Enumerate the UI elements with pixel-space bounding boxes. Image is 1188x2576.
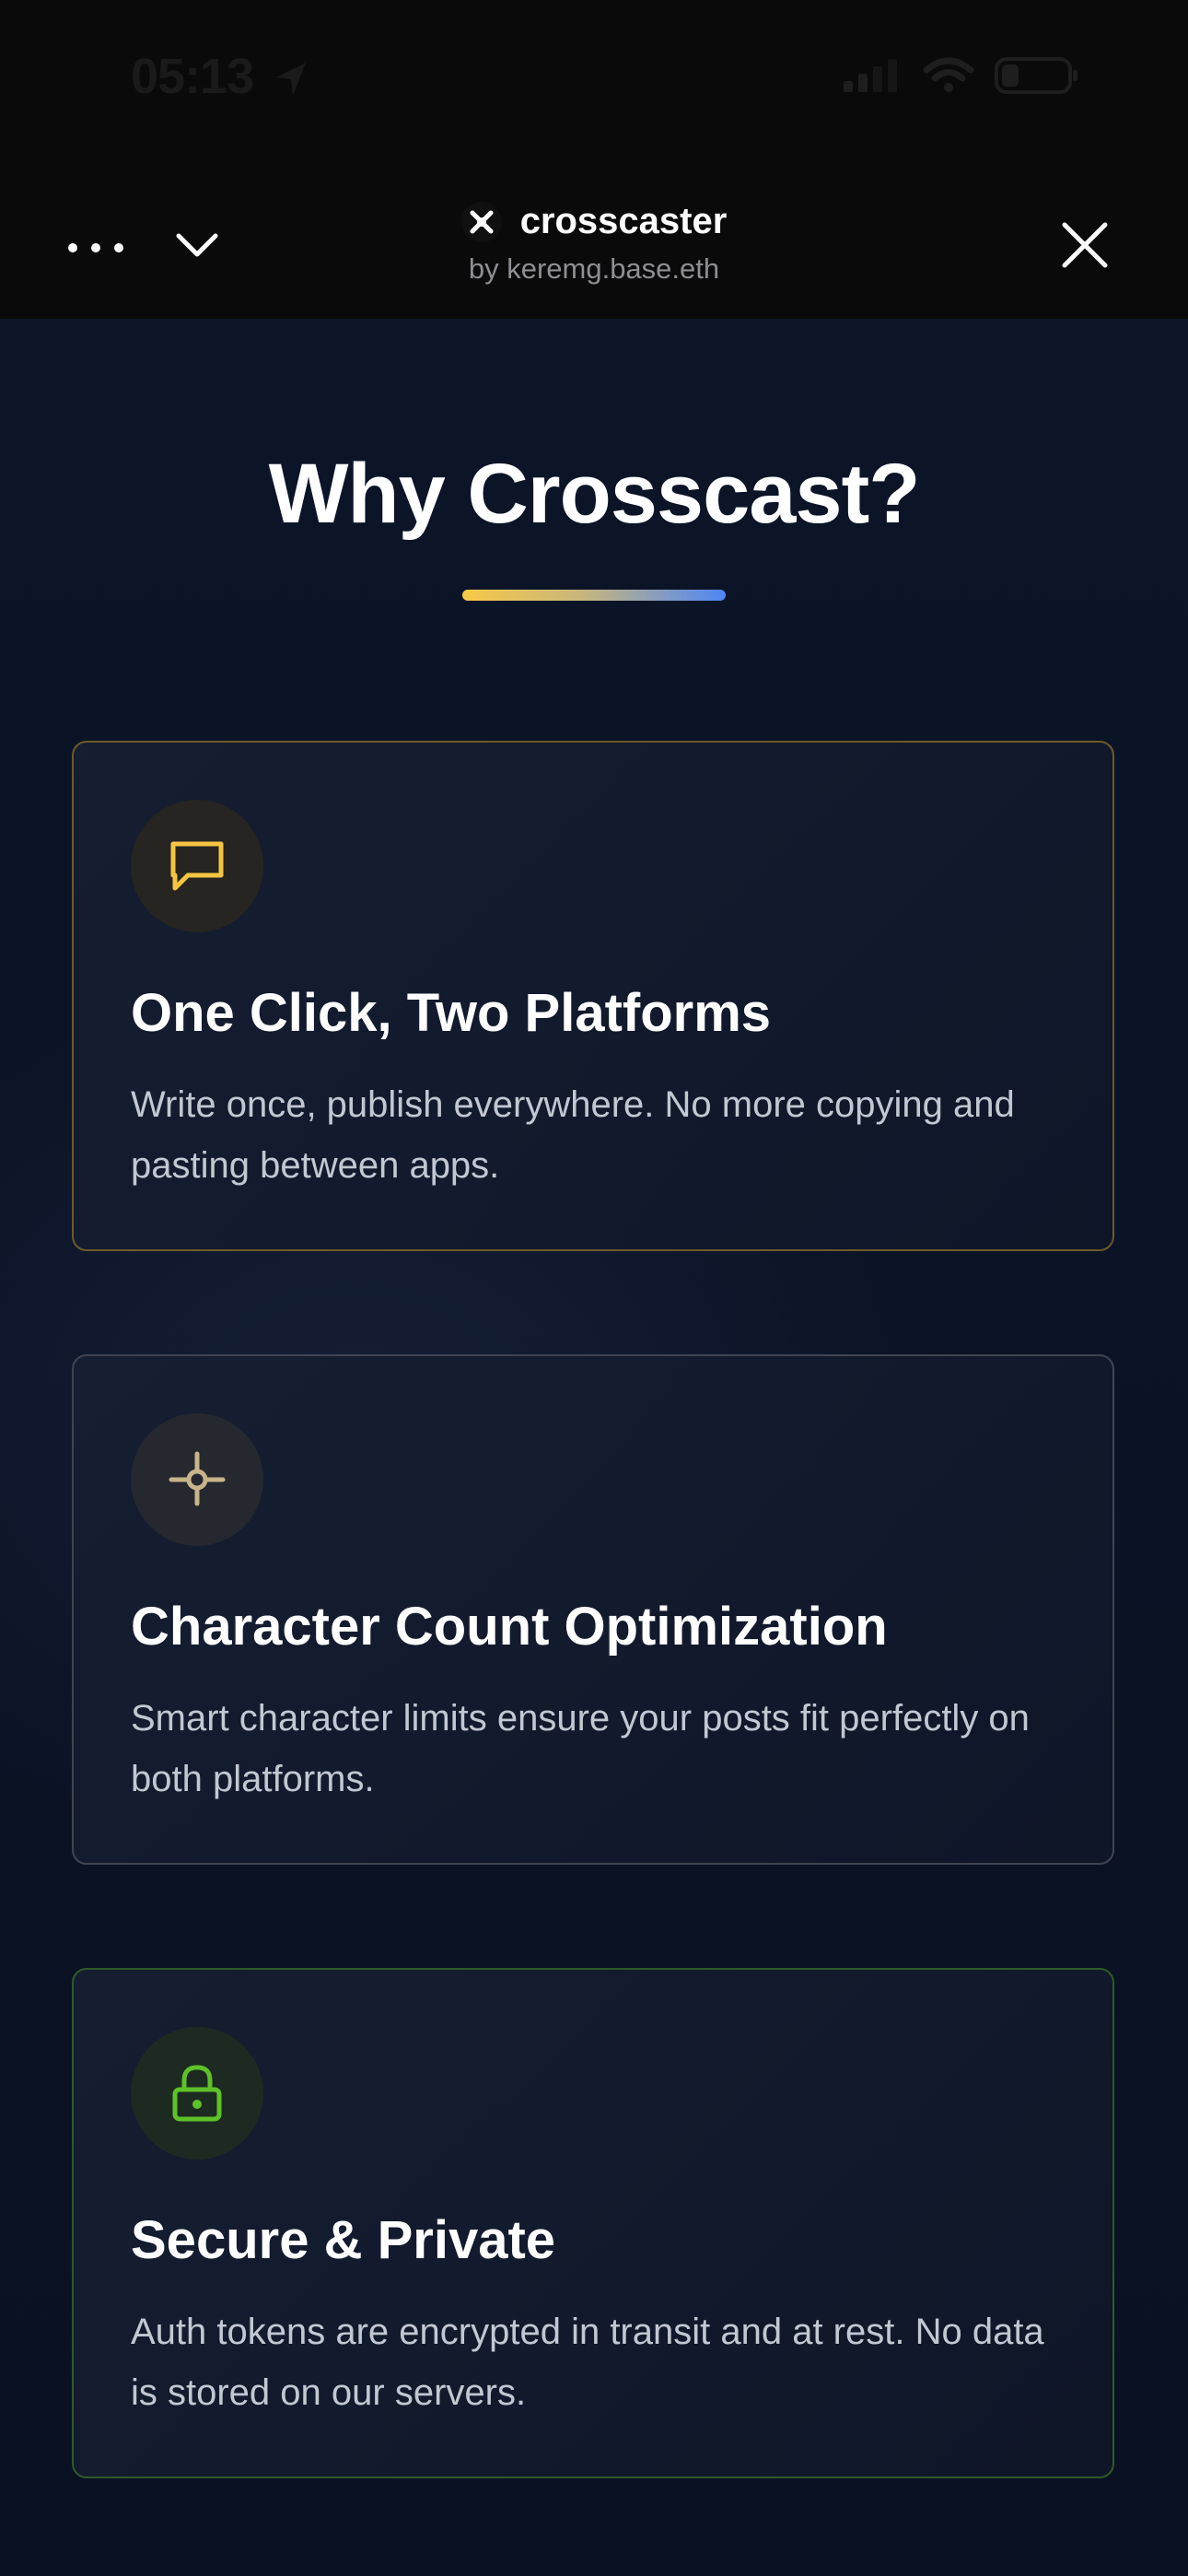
page: 05:13 crosscaster by keremg.base.eth Why… [0,0,1188,2576]
feature-description: Write once, publish everywhere. No more … [131,1084,1015,1186]
status-indicators [844,57,1079,94]
crosshair-icon [169,1451,226,1506]
app-name: crosscaster [519,201,728,241]
feature-card-secure: Secure & Private Auth tokens are encrypt… [72,1968,1114,2478]
title-underline [462,590,726,601]
app-title: crosscaster by keremg.base.eth [0,201,1188,286]
battery-icon [995,57,1077,94]
feature-title: Character Count Optimization [131,1597,888,1657]
feature-icon-wrap [131,1413,263,1546]
feature-title: Secure & Private [131,2210,556,2270]
lock-icon [172,2065,222,2122]
feature-icon-wrap [131,800,263,932]
crosscaster-logo-icon [470,210,494,233]
feature-icon-wrap [131,2027,263,2160]
signal-icon [844,59,897,92]
app-logo [460,201,502,242]
app-author: by keremg.base.eth [468,252,720,285]
page-title: Why Crosscast? [268,447,921,541]
wifi-icon [923,57,974,92]
feature-title: One Click, Two Platforms [131,983,772,1043]
feature-card-character-count: Character Count Optimization Smart chara… [72,1354,1114,1865]
status-bar: 05:13 [0,0,1188,175]
app-header: crosscaster by keremg.base.eth [0,175,1188,319]
close-icon[interactable] [1055,216,1114,275]
location-arrow-icon [276,63,306,96]
feature-description: Auth tokens are encrypted in transit and… [131,2312,1044,2413]
chat-bubble-icon [170,841,224,891]
feature-card-one-click: One Click, Two Platforms Write once, pub… [72,741,1114,1251]
feature-description: Smart character limits ensure your posts… [131,1698,1030,1799]
status-time: 05:13 [131,49,254,104]
